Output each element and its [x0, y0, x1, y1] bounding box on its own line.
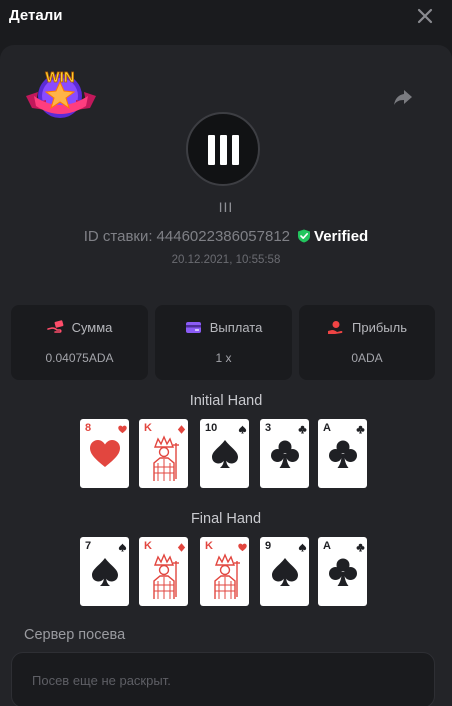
stat-profit-value: 0ADA	[351, 351, 383, 365]
card-rank: 9	[265, 540, 272, 552]
game-icon-bar	[220, 135, 227, 165]
win-badge-text: WIN	[45, 69, 74, 86]
stat-payout-value: 1 x	[215, 351, 232, 365]
initial-hand-card[interactable]: 8	[80, 419, 129, 488]
spades-suit-icon	[238, 425, 247, 434]
clubs-suit-icon	[356, 425, 365, 434]
win-badge: WIN	[24, 66, 98, 124]
card-rank: A	[323, 422, 331, 434]
page-title: Детали	[9, 7, 63, 24]
verified-shield-icon	[298, 229, 311, 243]
initial-hand-card[interactable]: A	[318, 419, 367, 488]
spades-suit-large-icon	[272, 558, 298, 586]
header: Детали	[0, 0, 452, 44]
seed-input[interactable]	[11, 652, 435, 706]
stat-profit-label: Прибыль	[352, 320, 407, 335]
close-button[interactable]	[415, 6, 435, 26]
seed-label: Сервер посева	[24, 627, 126, 643]
stat-profit: Прибыль 0ADA	[299, 305, 435, 380]
bet-timestamp: 20.12.2021, 10:55:58	[171, 254, 281, 266]
share-button[interactable]	[391, 85, 415, 109]
profit-hand-icon	[328, 321, 343, 334]
king-figure-icon	[153, 435, 179, 481]
game-icon	[186, 112, 260, 186]
money-hand-icon	[46, 320, 63, 333]
initial-hand-card[interactable]: K	[139, 419, 188, 488]
card-rank: 3	[265, 422, 272, 434]
bet-id-label: ID ставки:	[83, 227, 153, 245]
card-rank: 7	[85, 540, 92, 552]
win-badge-icon: WIN	[26, 69, 96, 118]
final-hand-card[interactable]: A	[318, 537, 367, 606]
clubs-suit-icon	[298, 425, 307, 434]
card-rank: A	[323, 540, 331, 552]
final-hand-card[interactable]: K	[139, 537, 188, 606]
spades-suit-large-icon	[92, 558, 118, 586]
king-figure-icon	[153, 553, 179, 599]
hearts-suit-icon	[118, 425, 127, 434]
bet-id-row: ID ставки: 4446022386057812 Verified	[0, 226, 452, 246]
verified-label: Verified	[314, 227, 369, 245]
stat-amount-value: 0.04075ADA	[45, 351, 114, 365]
clubs-suit-large-icon	[329, 558, 357, 586]
bet-id-value[interactable]: 4446022386057812	[157, 228, 290, 245]
final-hand-card[interactable]: 7	[80, 537, 129, 606]
clubs-suit-large-icon	[329, 440, 357, 468]
stat-amount: Сумма 0.04075ADA	[11, 305, 148, 380]
initial-hand-card[interactable]: 3	[260, 419, 309, 488]
final-hand-card[interactable]: 9	[260, 537, 309, 606]
spades-suit-large-icon	[212, 440, 238, 468]
initial-hand-title: Initial Hand	[189, 393, 263, 409]
card-rank: 8	[85, 422, 92, 434]
initial-hand-card[interactable]: 10	[200, 419, 249, 488]
game-icon-bar	[208, 135, 215, 165]
spades-suit-icon	[298, 543, 307, 552]
card-rank: 10	[205, 422, 218, 434]
king-figure-icon	[214, 553, 240, 599]
game-name: III	[218, 199, 234, 215]
final-hand-card[interactable]: K	[200, 537, 249, 606]
stat-amount-label: Сумма	[71, 320, 113, 335]
clubs-suit-large-icon	[271, 440, 299, 468]
spades-suit-icon	[118, 543, 127, 552]
game-icon-bar	[232, 135, 239, 165]
hearts-suit-large-icon	[90, 440, 120, 467]
stat-payout: Выплата 1 x	[155, 305, 292, 380]
stat-payout-label: Выплата	[209, 320, 263, 335]
clubs-suit-icon	[356, 543, 365, 552]
close-icon	[417, 8, 433, 24]
share-icon	[394, 90, 412, 105]
final-hand-title: Final Hand	[190, 511, 262, 527]
wallet-icon	[185, 322, 201, 333]
